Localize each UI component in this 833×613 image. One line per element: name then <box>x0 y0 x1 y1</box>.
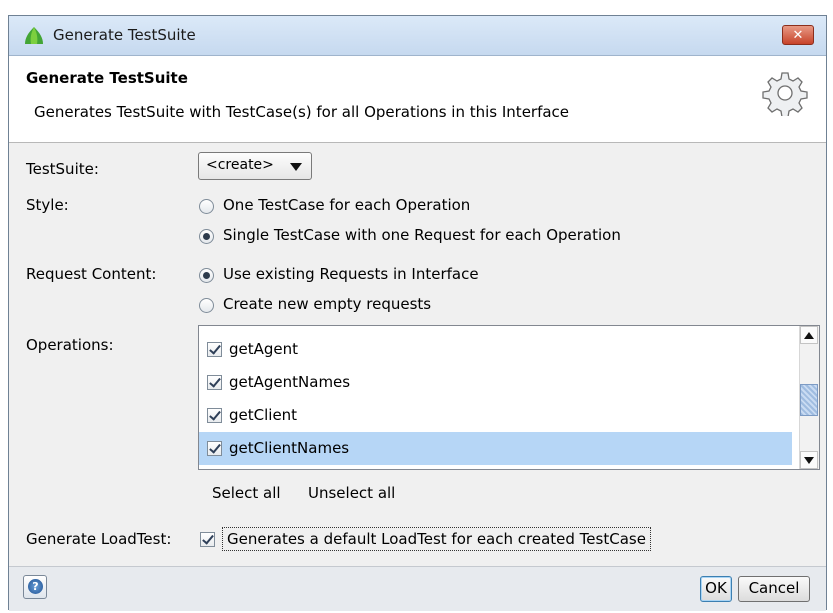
ok-button[interactable]: OK <box>700 576 732 602</box>
operation-label: getClient <box>229 406 298 424</box>
scroll-down-button[interactable] <box>800 451 818 469</box>
radio-label: Use existing Requests in Interface <box>223 265 479 283</box>
radio-button[interactable] <box>199 298 214 313</box>
cancel-button[interactable]: Cancel <box>738 576 810 602</box>
help-icon: ? <box>28 579 43 594</box>
gear-icon <box>762 72 808 116</box>
list-item-selected[interactable]: getClientNames <box>199 432 792 465</box>
select-all-link[interactable]: Select all <box>212 484 281 502</box>
radio-label: One TestCase for each Operation <box>223 196 471 214</box>
testsuite-label: TestSuite: <box>26 160 99 178</box>
dialog-header: Generate TestSuite Generates TestSuite w… <box>9 56 826 143</box>
unselect-all-link[interactable]: Unselect all <box>308 484 395 502</box>
help-button[interactable]: ? <box>23 575 47 599</box>
checkbox-checked[interactable] <box>207 375 222 390</box>
operation-label: getAgent <box>229 340 299 358</box>
arrow-up-icon <box>804 332 814 339</box>
scrollbar-thumb[interactable] <box>800 384 818 416</box>
radio-label: Single TestCase with one Request for eac… <box>223 226 621 244</box>
operation-label: getAgentNames <box>229 373 351 391</box>
operations-list[interactable]: getAgent getAgentNames getClient getClie… <box>198 325 820 470</box>
dialog-footer: ? OK Cancel <box>9 566 826 611</box>
generate-loadtest-label: Generate LoadTest: <box>26 530 172 548</box>
generate-loadtest-description[interactable]: Generates a default LoadTest for each cr… <box>222 527 651 551</box>
arrow-down-icon <box>804 457 814 464</box>
testsuite-select-value: <create> <box>206 157 274 173</box>
generate-loadtest-checkbox[interactable] <box>200 532 215 547</box>
testsuite-select[interactable]: <create> <box>198 152 312 180</box>
checkbox-checked[interactable] <box>207 408 222 423</box>
checkbox-checked[interactable] <box>207 441 222 456</box>
chevron-down-icon <box>290 163 302 171</box>
style-label: Style: <box>26 196 69 214</box>
scroll-up-button[interactable] <box>800 326 818 344</box>
operation-label: getClientNames <box>229 439 350 457</box>
header-title: Generate TestSuite <box>26 69 188 87</box>
request-content-label: Request Content: <box>26 265 157 283</box>
checkbox-checked[interactable] <box>207 342 222 357</box>
soapui-logo-icon <box>25 27 43 44</box>
vertical-scrollbar[interactable] <box>799 326 819 469</box>
list-item[interactable]: getAgent <box>199 333 792 366</box>
window-title: Generate TestSuite <box>53 26 196 44</box>
list-item[interactable]: getAgentNames <box>199 366 792 399</box>
title-bar[interactable]: Generate TestSuite ✕ <box>9 16 826 56</box>
list-item[interactable]: getClient <box>199 399 792 432</box>
radio-label: Create new empty requests <box>223 295 432 313</box>
radio-button-selected[interactable] <box>199 229 214 244</box>
dialog-window: Generate TestSuite ✕ Generate TestSuite … <box>8 15 827 611</box>
operations-label: Operations: <box>26 336 114 354</box>
header-description: Generates TestSuite with TestCase(s) for… <box>34 103 570 121</box>
radio-button-selected[interactable] <box>199 268 214 283</box>
radio-button[interactable] <box>199 199 214 214</box>
close-button[interactable]: ✕ <box>782 25 814 45</box>
